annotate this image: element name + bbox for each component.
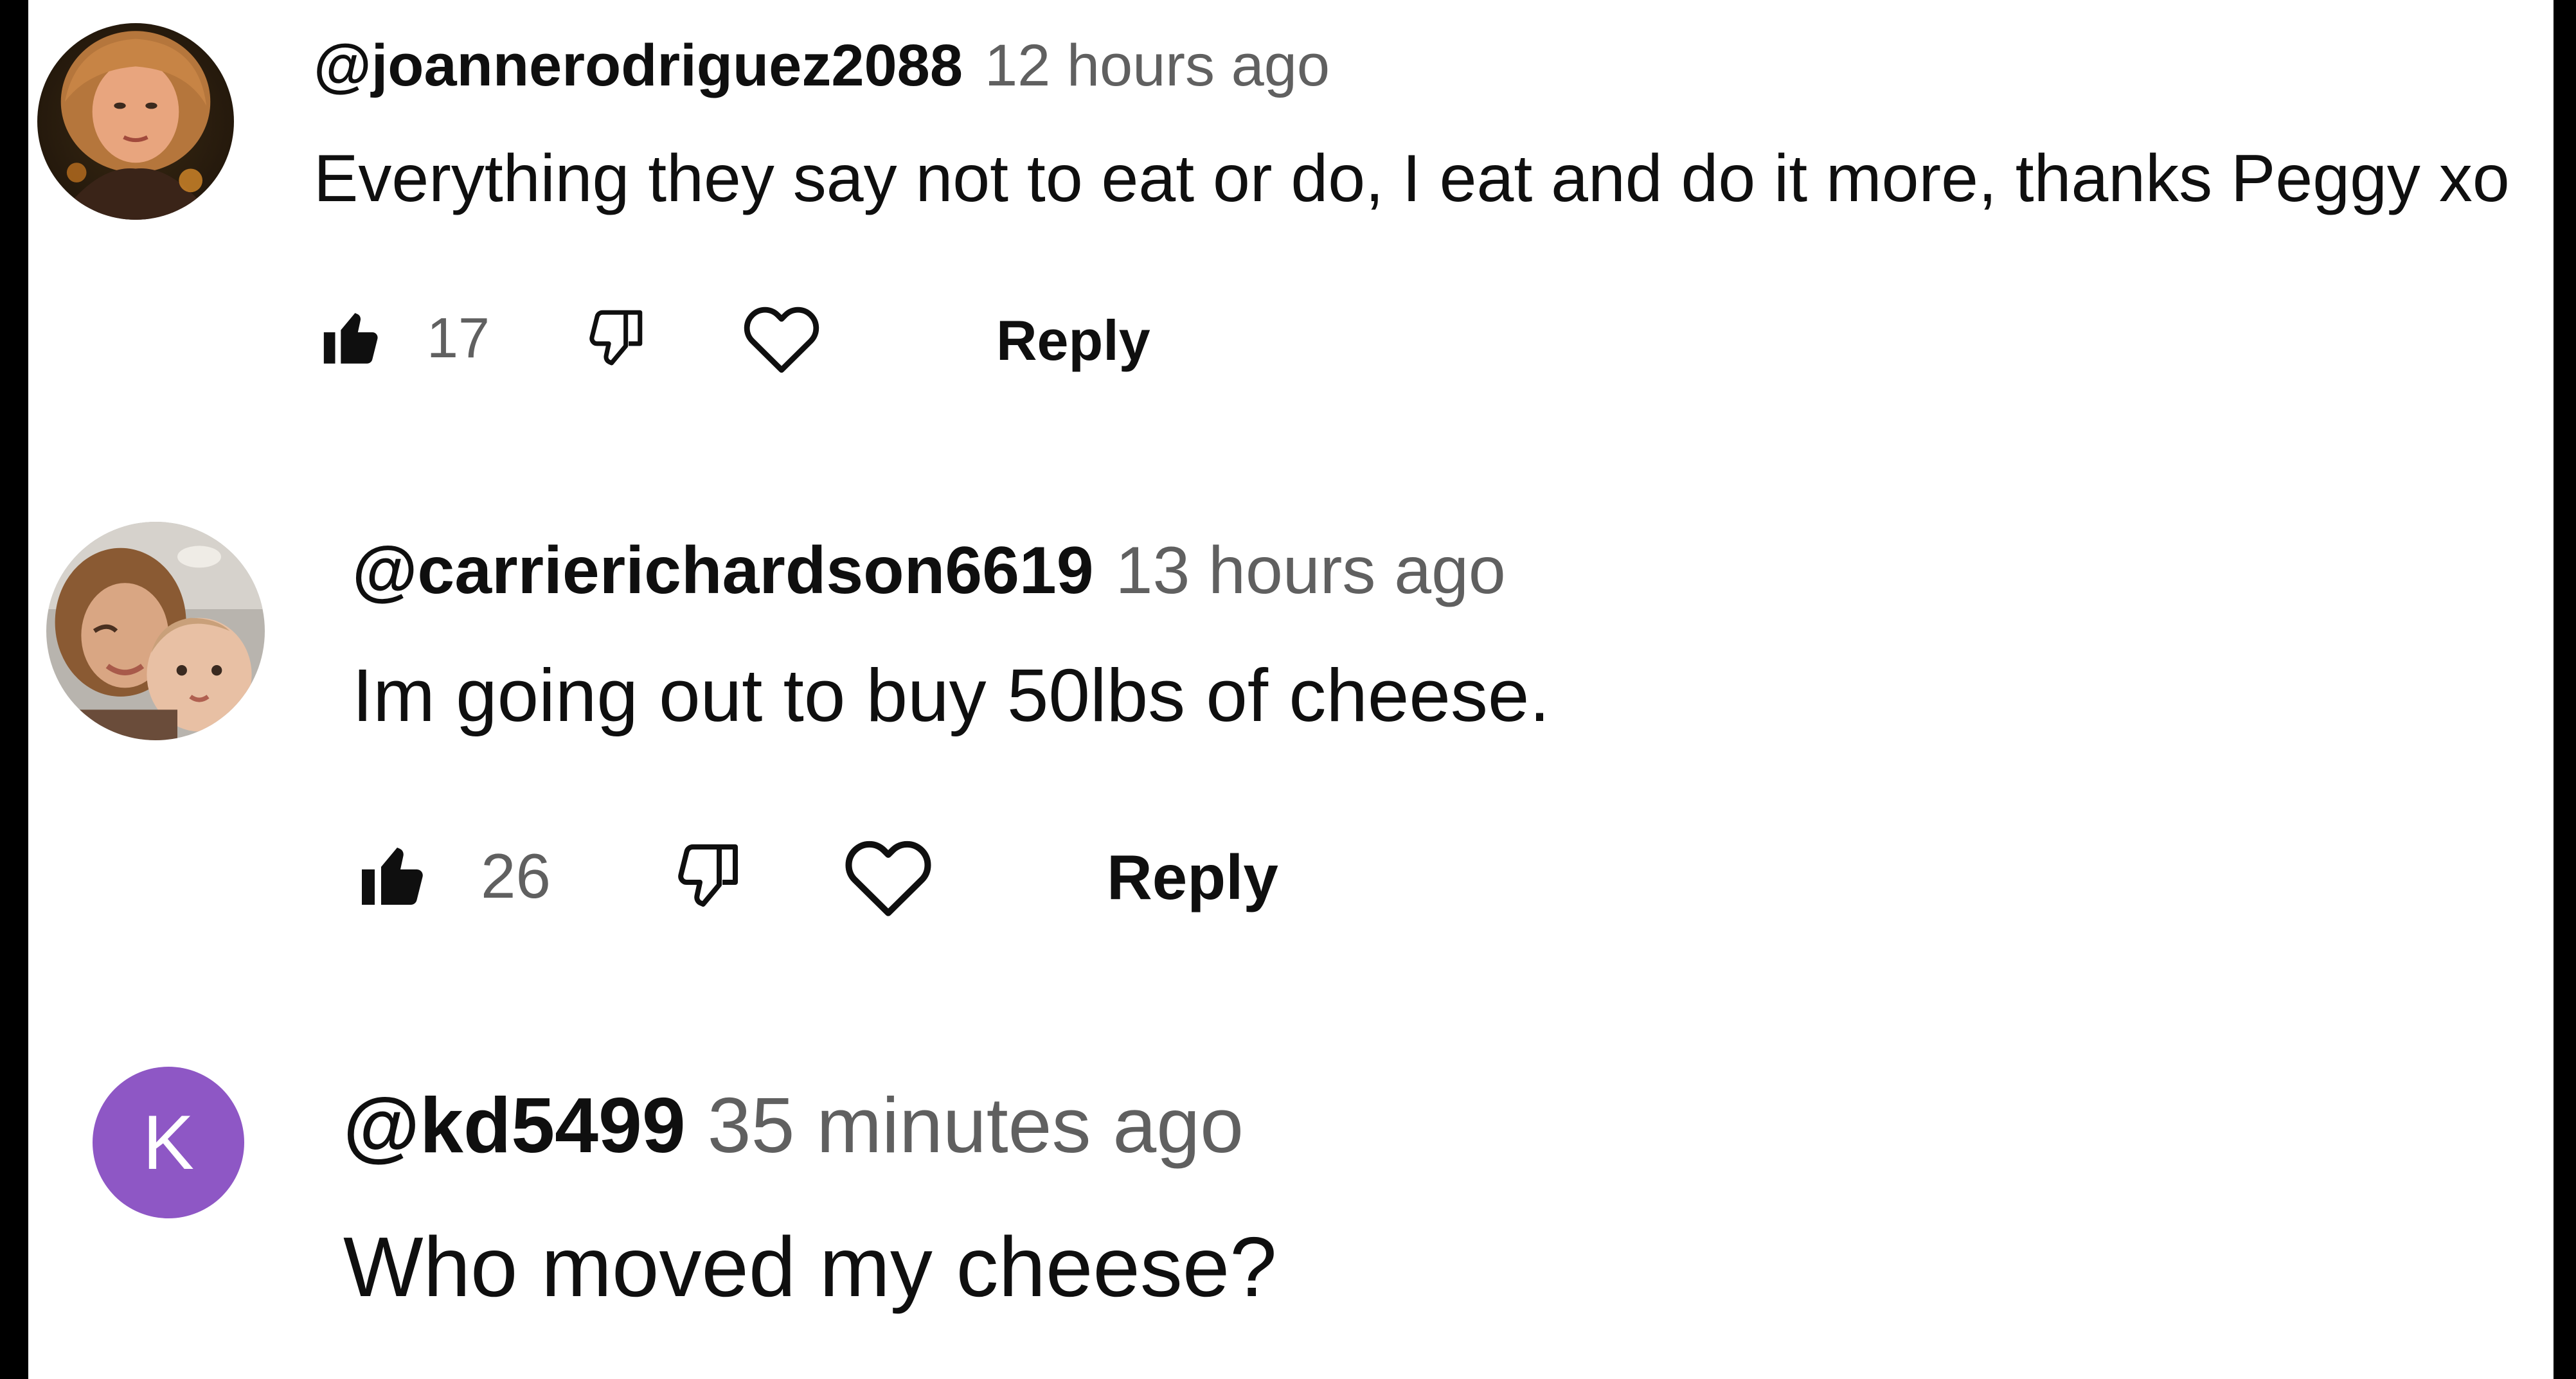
comment-author[interactable]: @kd5499 (343, 1081, 686, 1169)
avatar-letter: K (142, 1099, 195, 1186)
comment-timestamp[interactable]: 13 hours ago (1116, 533, 1506, 608)
dislike-button[interactable] (665, 834, 748, 918)
dislike-button[interactable] (576, 299, 653, 377)
reply-button[interactable]: Reply (1107, 846, 1278, 909)
comment-text: Who moved my cheese? (343, 1220, 1277, 1314)
like-button[interactable] (314, 299, 391, 377)
like-count: 26 (481, 841, 551, 911)
thumbs-down-icon (678, 844, 738, 907)
comments-screen: @joannerodriguez2088 12 hours ago Everyth… (0, 0, 2576, 1379)
comment-actions: 17 Reply (314, 293, 1213, 383)
like-button[interactable] (352, 834, 436, 918)
avatar[interactable] (46, 522, 265, 740)
heart-icon (744, 307, 819, 373)
avatar[interactable] (37, 23, 234, 220)
comment-timestamp[interactable]: 12 hours ago (985, 33, 1330, 98)
comment-header: @kd5499 35 minutes ago (343, 1086, 1244, 1164)
comment-text: Everything they say not to eat or do, I … (314, 141, 2510, 216)
comment-header: @carrierichardson6619 13 hours ago (352, 537, 1506, 604)
heart-icon (845, 841, 931, 916)
heart-button[interactable] (837, 825, 940, 928)
reply-button[interactable]: Reply (996, 312, 1150, 369)
comment-author[interactable]: @carrierichardson6619 (352, 533, 1094, 608)
comment-author[interactable]: @joannerodriguez2088 (314, 33, 963, 98)
user-photo-icon (37, 23, 234, 220)
comment-text: Im going out to buy 50lbs of cheese. (352, 654, 1550, 737)
avatar[interactable]: K (93, 1067, 244, 1218)
comments-panel: @joannerodriguez2088 12 hours ago Everyth… (28, 0, 2554, 1379)
thumbs-down-icon (589, 310, 643, 366)
like-count: 17 (427, 306, 490, 369)
user-photo-icon (46, 522, 265, 740)
comment-actions: 26 Reply (352, 825, 1381, 928)
comment-header: @joannerodriguez2088 12 hours ago (314, 36, 1330, 95)
comment-timestamp[interactable]: 35 minutes ago (708, 1081, 1244, 1169)
heart-button[interactable] (737, 293, 827, 383)
thumbs-up-icon (362, 848, 423, 905)
thumbs-up-icon (323, 313, 378, 364)
